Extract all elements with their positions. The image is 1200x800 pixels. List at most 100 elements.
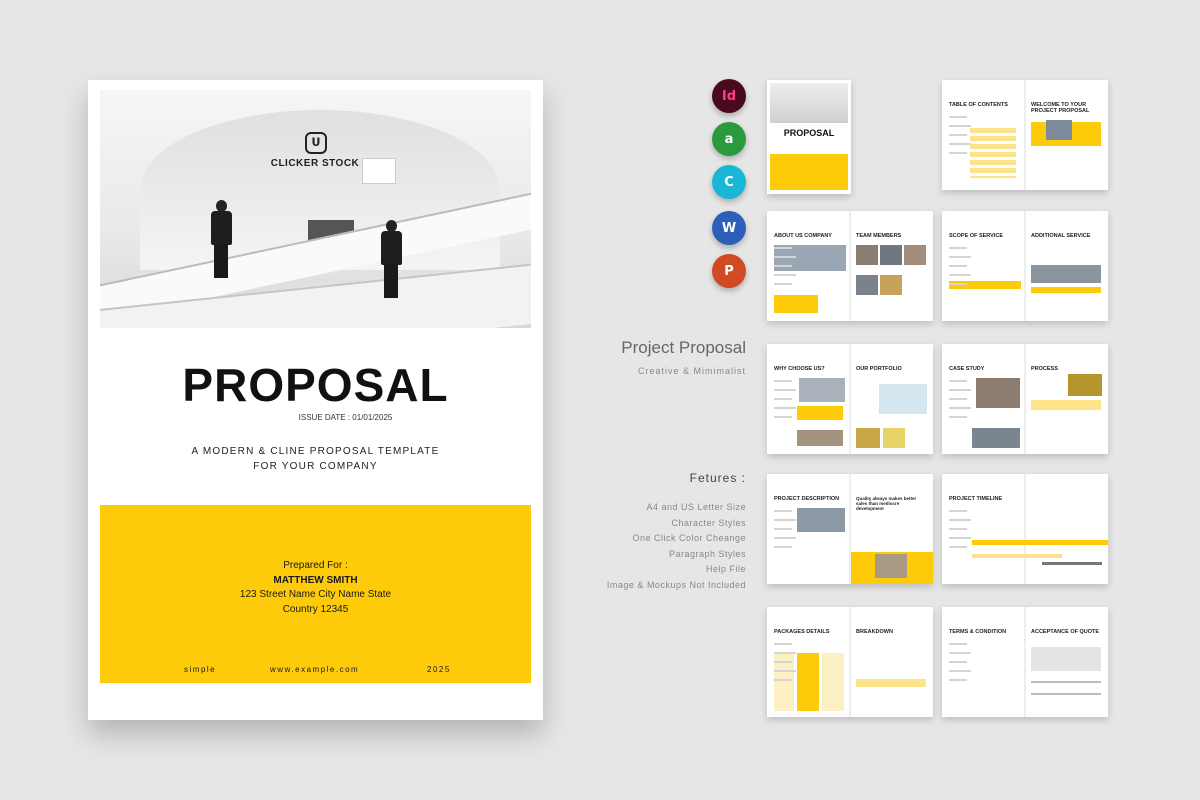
placeholder-text-line (949, 643, 967, 645)
spread-left-title: PACKAGES DETAILS (774, 629, 830, 635)
spread-right-title: PROCESS (1031, 366, 1058, 372)
placeholder-text-line (774, 528, 792, 530)
spread-thumbnail: WHY CHOOSE US? OUR PORTFOLIO (767, 344, 933, 454)
spread-thumbnail: SCOPE OF SERVICE ADDITIONAL SERVICE (942, 211, 1108, 321)
placeholder-text-line (949, 670, 971, 672)
placeholder-text-line (949, 247, 967, 249)
placeholder-text-line (949, 546, 967, 548)
spread-right-title: ACCEPTANCE OF QUOTE (1031, 629, 1100, 635)
placeholder-text-line (949, 143, 971, 145)
placeholder-text-line (949, 510, 967, 512)
spread-left-title: TERMS & CONDITION (949, 629, 1007, 635)
placeholder-text-line (774, 283, 792, 285)
placeholder-text-line (774, 510, 792, 512)
word-icon: W (712, 211, 746, 245)
feature-item: Character Styles (671, 517, 746, 528)
brand-logo-icon: ᑌ (305, 132, 327, 154)
placeholder-text-line (774, 670, 796, 672)
placeholder-text-line (949, 283, 967, 285)
spread-left-title: ABOUT US COMPANY (774, 233, 832, 239)
affinity-icon: a (712, 122, 746, 156)
spread-right-title: TEAM MEMBERS (856, 233, 902, 239)
person-figure (380, 220, 402, 300)
product-title: Project Proposal (621, 338, 746, 357)
powerpoint-icon: P (712, 254, 746, 288)
placeholder-text-line (774, 679, 792, 681)
spread-left-title: PROJECT TIMELINE (949, 496, 1003, 502)
spread-thumbnail: CASE STUDY PROCESS (942, 344, 1108, 454)
feature-item: One Click Color Cheange (632, 533, 746, 543)
spread-thumbnail: TABLE OF CONTENTS WELCOME TO YOUR PROJEC… (942, 80, 1108, 190)
issue-date: ISSUE DATE : 01/01/2025 (298, 413, 393, 422)
spread-thumbnail: ABOUT US COMPANY TEAM MEMBERS (767, 211, 933, 321)
spread-thumbnail: PACKAGES DETAILS BREAKDOWN (767, 607, 933, 717)
placeholder-text-line (774, 265, 792, 267)
placeholder-text-line (949, 416, 967, 418)
placeholder-text-line (949, 398, 967, 400)
placeholder-text-line (949, 407, 971, 409)
product-subtitle: Creative & Mimimalist (637, 366, 746, 376)
thumbnail-title: PROPOSAL (783, 128, 835, 138)
placeholder-text-line (949, 265, 967, 267)
feature-item: A4 and US Letter Size (646, 502, 746, 512)
prepared-for-label: Prepared For : (283, 560, 348, 571)
feature-item: Paragraph Styles (668, 548, 746, 559)
placeholder-text-line (949, 380, 967, 382)
cover-photo: ᑌ CLICKER STOCK (100, 90, 531, 328)
footer-website: www.example.com (270, 665, 360, 674)
spread-thumbnail: PROJECT DESCRIPTION Quality always makes… (767, 474, 933, 584)
placeholder-text-line (774, 398, 792, 400)
spread-left-title: CASE STUDY (949, 366, 985, 372)
spread-left-title: WHY CHOOSE US? (774, 366, 825, 372)
placeholder-text-line (949, 537, 971, 539)
spread-right-title: WELCOME TO YOUR PROJECT PROPOSAL (1031, 102, 1090, 114)
thumbnail-photo (770, 83, 848, 123)
placeholder-text-line (774, 643, 792, 645)
placeholder-text-line (949, 661, 967, 663)
placeholder-text-line (774, 380, 792, 382)
placeholder-text-line (949, 652, 971, 654)
cover-title: PROPOSAL (182, 359, 449, 411)
spread-thumbnail: TERMS & CONDITION ACCEPTANCE OF QUOTE (942, 607, 1108, 717)
spread-right-title: Quality always makes better sales than m… (856, 496, 917, 511)
placeholder-text-line (949, 519, 971, 521)
person-figure (210, 200, 232, 280)
placeholder-text-line (949, 134, 967, 136)
address-line-1: 123 Street Name City Name State (239, 589, 392, 600)
placeholder-text-line (774, 407, 796, 409)
features-title: Fetures : (689, 471, 746, 485)
placeholder-text-line (774, 519, 796, 521)
cover-tagline: A MODERN & CLINE PROPOSAL TEMPLATE FOR Y… (88, 444, 543, 474)
spread-left-title: TABLE OF CONTENTS (949, 102, 1008, 108)
placeholder-text-line (774, 389, 796, 391)
placeholder-text-line (949, 256, 971, 258)
placeholder-text-line (949, 528, 967, 530)
spread-thumbnail: PROJECT TIMELINE (942, 474, 1108, 584)
spread-left-title: SCOPE OF SERVICE (949, 233, 1003, 239)
placeholder-text-line (774, 247, 792, 249)
canva-icon: C (712, 165, 746, 199)
feature-item: Help File (705, 564, 746, 574)
feature-item: Image & Mockups Not Included (606, 579, 746, 590)
placeholder-text-line (949, 274, 971, 276)
placeholder-text-line (774, 661, 792, 663)
placeholder-text-line (949, 152, 967, 154)
placeholder-text-line (774, 546, 792, 548)
placeholder-text-line (774, 537, 796, 539)
proposal-cover: ᑌ CLICKER STOCK PROPOSAL ISSUE DATE : 01… (88, 80, 543, 720)
thumbnail-yellow-panel (770, 154, 848, 190)
placeholder-text-line (949, 125, 971, 127)
address-line-2: Country 12345 (282, 603, 349, 615)
spread-right-title: ADDITIONAL SERVICE (1031, 233, 1091, 239)
indesign-icon: Id (712, 79, 746, 113)
placeholder-text-line (949, 389, 971, 391)
cover-thumbnail: PROPOSAL (767, 80, 851, 194)
footer-year: 2025 (427, 665, 451, 674)
placeholder-text-line (949, 679, 967, 681)
brand-name: CLICKER STOCK (270, 158, 360, 169)
client-name: MATTHEW SMITH (273, 574, 358, 586)
spread-right-title: BREAKDOWN (856, 629, 893, 635)
placeholder-text-line (774, 274, 796, 276)
tagline-line-1: A MODERN & CLINE PROPOSAL TEMPLATE (191, 446, 440, 457)
tagline-line-2: FOR YOUR COMPANY (253, 461, 378, 472)
